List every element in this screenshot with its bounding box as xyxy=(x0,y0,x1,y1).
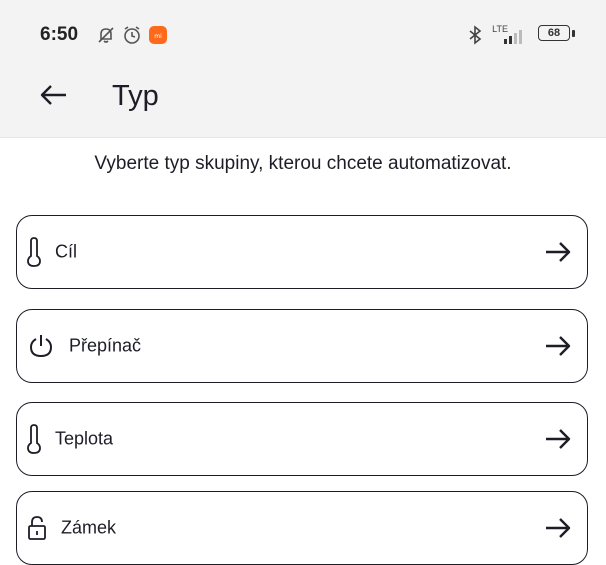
arrow-right-icon xyxy=(546,429,571,449)
battery-icon: 68 xyxy=(538,25,578,43)
option-label: Teplota xyxy=(55,428,114,449)
power-icon xyxy=(29,335,53,358)
option-label: Cíl xyxy=(55,241,77,262)
arrow-right-icon xyxy=(546,336,571,356)
back-button[interactable] xyxy=(36,78,70,112)
thermometer-icon xyxy=(27,237,41,267)
signal-icon xyxy=(504,30,522,44)
app-notification-icon: mi xyxy=(149,26,167,44)
option-card-prepinac[interactable]: Přepínač xyxy=(16,309,588,383)
option-label: Zámek xyxy=(61,517,117,538)
page-title: Typ xyxy=(112,80,159,112)
bluetooth-icon xyxy=(469,25,482,45)
arrow-right-icon xyxy=(546,518,571,538)
thermometer-icon xyxy=(27,424,41,454)
battery-level: 68 xyxy=(547,27,561,39)
status-time: 6:50 xyxy=(40,24,79,45)
arrow-right-icon xyxy=(546,242,571,262)
svg-text:mi: mi xyxy=(154,33,162,40)
notifications-off-icon xyxy=(98,27,114,43)
status-bar: 6:50 mi LTE 68 xyxy=(0,0,606,53)
option-label: Přepínač xyxy=(69,335,142,356)
lock-icon xyxy=(28,516,46,540)
option-card-zamek[interactable]: Zámek xyxy=(16,491,588,565)
instructions-text: Vyberte typ skupiny, kterou chcete autom… xyxy=(94,153,512,174)
option-card-teplota[interactable]: Teplota xyxy=(16,402,588,476)
alarm-icon xyxy=(124,26,140,44)
option-card-cil[interactable]: Cíl xyxy=(16,215,588,289)
app-bar xyxy=(0,53,606,138)
arrow-left-icon xyxy=(40,85,66,105)
